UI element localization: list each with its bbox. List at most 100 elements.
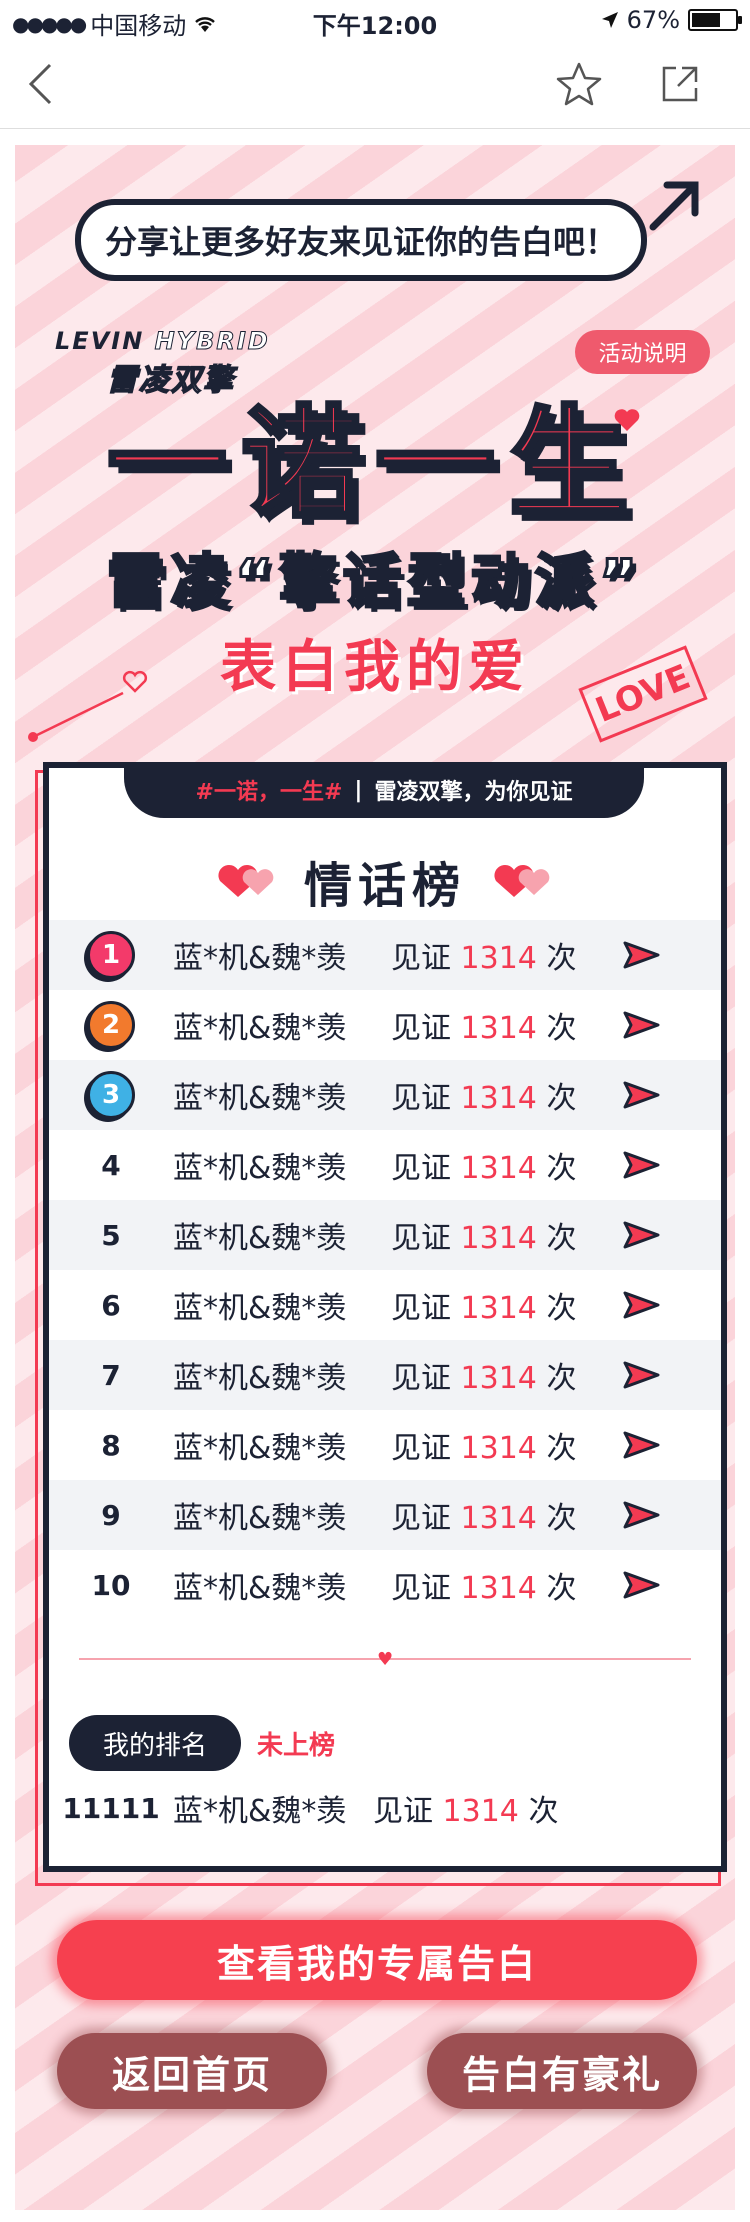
rank-name: 蓝*机&魏*羡 xyxy=(173,1011,347,1046)
my-rank-label: 我的排名 xyxy=(69,1715,241,1771)
rank-count-value: 1314 xyxy=(460,1151,537,1186)
rank-count-prefix: 见证 xyxy=(391,1291,451,1326)
battery-icon xyxy=(688,9,742,31)
my-rank-status: 未上榜 xyxy=(257,1730,336,1761)
rank-count-suffix: 次 xyxy=(546,1151,577,1186)
campaign-page: 分享让更多好友来见证你的告白吧！ LEVIN HYBRID 雷凌双擎 活动说明 … xyxy=(15,145,735,2210)
rank-count: 见证 1314 次 xyxy=(391,1423,611,1467)
rank-count-value: 1314 xyxy=(460,1431,537,1466)
rank-name: 蓝*机&魏*羡 xyxy=(173,1151,347,1186)
heart-deco-icon xyxy=(614,409,640,431)
send-arrow-icon[interactable] xyxy=(611,1500,671,1530)
rank-name: 蓝*机&魏*羡 xyxy=(173,1221,347,1256)
rank-row[interactable]: 10 蓝*机&魏*羡 见证 1314 次 xyxy=(49,1550,721,1620)
share-button[interactable] xyxy=(652,56,708,112)
rank-row[interactable]: 4 蓝*机&魏*羡 见证 1314 次 xyxy=(49,1130,721,1200)
board-title-text: 情话榜 xyxy=(303,858,466,914)
rank-count-suffix: 次 xyxy=(546,1571,577,1606)
rank-name: 蓝*机&魏*羡 xyxy=(173,1431,347,1466)
rank-count: 见证 1314 次 xyxy=(391,1283,611,1327)
rank-number: 8 xyxy=(101,1428,121,1462)
chevron-left-icon xyxy=(28,63,52,105)
rank-name: 蓝*机&魏*羡 xyxy=(173,1571,347,1606)
send-arrow-icon[interactable] xyxy=(611,940,671,970)
rank-count-value: 1314 xyxy=(460,1291,537,1326)
rank-number: 5 xyxy=(101,1218,121,1252)
double-heart-icon xyxy=(494,864,550,897)
board-tag-separator: | xyxy=(354,777,363,803)
rank-count: 见证 1314 次 xyxy=(391,1143,611,1187)
rank-name: 蓝*机&魏*羡 xyxy=(173,1081,347,1116)
rank-count: 见证 1314 次 xyxy=(391,1003,611,1047)
brand-chinese-text: 雷凌双擎 xyxy=(106,362,235,399)
send-arrow-icon[interactable] xyxy=(611,1010,671,1040)
arrow-up-right-icon xyxy=(649,181,699,231)
rank-medal-icon: 2 xyxy=(87,1001,135,1049)
rank-number: 10 xyxy=(91,1568,131,1602)
gift-button[interactable]: 告白有豪礼 xyxy=(427,2033,697,2109)
rank-row[interactable]: 2 蓝*机&魏*羡 见证 1314 次 xyxy=(49,990,721,1060)
rank-row[interactable]: 9 蓝*机&魏*羡 见证 1314 次 xyxy=(49,1480,721,1550)
board-title: 情话榜 xyxy=(49,846,721,916)
rank-count-value: 1314 xyxy=(460,941,537,976)
rank-row[interactable]: 3 蓝*机&魏*羡 见证 1314 次 xyxy=(49,1060,721,1130)
rank-count-suffix: 次 xyxy=(546,1011,577,1046)
rank-row[interactable]: 8 蓝*机&魏*羡 见证 1314 次 xyxy=(49,1410,721,1480)
rank-count-prefix: 见证 xyxy=(391,1361,451,1396)
rank-count-suffix: 次 xyxy=(546,1501,577,1536)
rank-count-value: 1314 xyxy=(460,1571,537,1606)
back-home-button[interactable]: 返回首页 xyxy=(57,2033,327,2109)
send-arrow-icon[interactable] xyxy=(611,1360,671,1390)
rank-number: 7 xyxy=(101,1358,121,1392)
send-arrow-icon[interactable] xyxy=(611,1080,671,1110)
send-arrow-icon[interactable] xyxy=(611,1220,671,1250)
board-tag: #一诺，一生# | 雷凌双擎，为你见证 xyxy=(124,762,644,818)
rank-count-suffix: 次 xyxy=(546,1291,577,1326)
send-arrow-icon[interactable] xyxy=(611,1430,671,1460)
my-rank-count: 见证 1314 次 xyxy=(373,1786,558,1830)
rank-number: 3 xyxy=(49,1071,173,1119)
divider-heart-icon: ♥ xyxy=(377,1649,394,1670)
rank-count-prefix: 见证 xyxy=(391,1571,451,1606)
status-bar: ●●●●● 中国移动 下午12:00 67% xyxy=(0,0,750,40)
rank-count-value: 1314 xyxy=(460,1221,537,1256)
share-out-icon xyxy=(662,66,698,102)
view-my-confession-button[interactable]: 查看我的专属告白 xyxy=(57,1920,697,2000)
rank-count-prefix: 见证 xyxy=(391,1431,451,1466)
rules-button[interactable]: 活动说明 xyxy=(575,330,710,374)
rank-row[interactable]: 6 蓝*机&魏*羡 见证 1314 次 xyxy=(49,1270,721,1340)
rank-number: 9 xyxy=(101,1498,121,1532)
rank-row[interactable]: 7 蓝*机&魏*羡 见证 1314 次 xyxy=(49,1340,721,1410)
rank-count-prefix: 见证 xyxy=(391,1151,451,1186)
favorite-button[interactable] xyxy=(551,56,607,112)
rank-count: 见证 1314 次 xyxy=(391,933,611,977)
rank-count: 见证 1314 次 xyxy=(391,1073,611,1117)
back-button[interactable] xyxy=(12,56,68,112)
rank-count-suffix: 次 xyxy=(546,1431,577,1466)
my-rank-row: 11111 蓝*机&魏*羡 见证 1314 次 xyxy=(49,1786,721,1830)
brand-hybrid-text: HYBRID xyxy=(154,327,270,356)
ranking-list: 1 蓝*机&魏*羡 见证 1314 次 2 蓝*机&魏*羡 见证 1314 次 3 蓝*机&魏… xyxy=(49,920,721,1620)
rank-row[interactable]: 5 蓝*机&魏*羡 见证 1314 次 xyxy=(49,1200,721,1270)
rank-row[interactable]: 1 蓝*机&魏*羡 见证 1314 次 xyxy=(49,920,721,990)
star-icon xyxy=(556,62,602,106)
rank-count-suffix: 次 xyxy=(546,1361,577,1396)
send-arrow-icon[interactable] xyxy=(611,1570,671,1600)
location-arrow-icon xyxy=(601,12,618,28)
my-rank-count-suffix: 次 xyxy=(528,1794,559,1829)
rank-number: 2 xyxy=(49,1001,173,1049)
rank-count: 见证 1314 次 xyxy=(391,1213,611,1257)
rank-count-suffix: 次 xyxy=(546,941,577,976)
rank-count-prefix: 见证 xyxy=(391,1011,451,1046)
rank-count-value: 1314 xyxy=(460,1361,537,1396)
rank-count-prefix: 见证 xyxy=(391,1221,451,1256)
brand-logo: LEVIN HYBRID 雷凌双擎 xyxy=(55,327,315,399)
rank-name: 蓝*机&魏*羡 xyxy=(173,1361,347,1396)
rank-count-value: 1314 xyxy=(460,1501,537,1536)
rank-medal-icon: 3 xyxy=(87,1071,135,1119)
send-arrow-icon[interactable] xyxy=(611,1150,671,1180)
rank-number: 6 xyxy=(101,1288,121,1322)
send-arrow-icon[interactable] xyxy=(611,1290,671,1320)
rank-count: 见证 1314 次 xyxy=(391,1353,611,1397)
rank-name: 蓝*机&魏*羡 xyxy=(173,1501,347,1536)
